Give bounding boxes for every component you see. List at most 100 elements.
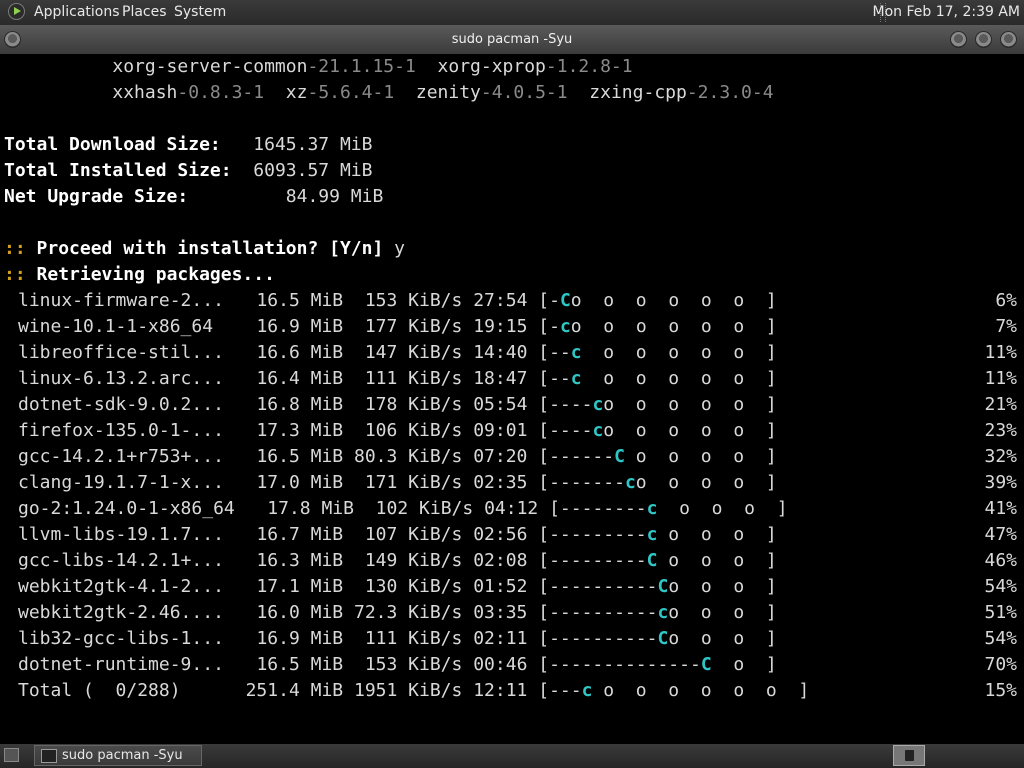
download-package-name: wine-10.1-1-x86_64	[18, 316, 214, 337]
download-eta: 07:20	[473, 446, 528, 467]
progress-bar: [--------c o o o ]	[549, 498, 787, 519]
progress-pellets: o o o ]	[657, 498, 788, 519]
download-percent: 47%	[984, 524, 1017, 545]
package-version: -5.6.4-1	[307, 82, 395, 103]
download-rate: 177 KiB/s	[364, 316, 463, 337]
download-percent: 46%	[984, 550, 1017, 571]
progress-pellets: o o o o o o ]	[592, 680, 810, 701]
download-row: firefox-135.0-1-... 17.3 MiB 106 KiB/s 0…	[18, 418, 1017, 444]
download-eta: 02:56	[473, 524, 528, 545]
size-value: 1645.37 MiB	[253, 134, 373, 155]
proceed-question: Proceed with installation? [Y/n]	[36, 238, 384, 259]
download-row: linux-firmware-2... 16.5 MiB 153 KiB/s 2…	[18, 288, 1017, 314]
download-eta: 01:52	[473, 576, 528, 597]
progress-bar: [--------------C o ]	[538, 654, 776, 675]
size-value: 6093.57 MiB	[253, 160, 373, 181]
progress-bar: [-co o o o o o ]	[538, 316, 776, 337]
window-title-bar[interactable]: sudo pacman -Syu	[0, 25, 1024, 54]
download-row: dotnet-sdk-9.0.2... 16.8 MiB 178 KiB/s 0…	[18, 392, 1017, 418]
download-package-name: llvm-libs-19.1.7...	[18, 524, 224, 545]
minimize-button[interactable]	[950, 31, 967, 48]
package-version: -4.0.5-1	[480, 82, 568, 103]
maximize-button[interactable]	[975, 31, 992, 48]
progress-trail: [----------	[538, 602, 658, 623]
package-version: -0.8.3-1	[177, 82, 265, 103]
package-list-line: xorg-server-common-21.1.15-1 xorg-xprop-…	[4, 54, 632, 80]
show-desktop-icon[interactable]	[4, 748, 19, 762]
download-rate: 102 KiB/s	[375, 498, 474, 519]
menu-places[interactable]: Places	[122, 4, 167, 20]
download-size: 16.7 MiB	[256, 524, 344, 545]
download-percent: 15%	[984, 680, 1017, 701]
download-rate: 149 KiB/s	[364, 550, 463, 571]
trash-icon[interactable]	[893, 745, 925, 766]
package-name: xorg-xprop	[437, 56, 546, 77]
package-name: zenity	[415, 82, 481, 103]
download-eta: 12:11	[473, 680, 528, 701]
download-rate: 111 KiB/s	[364, 628, 463, 649]
pacman-icon: c	[570, 342, 582, 363]
pacman-icon: C	[614, 446, 625, 467]
progress-trail: [-------	[538, 472, 625, 493]
size-value: 84.99 MiB	[285, 186, 384, 207]
download-eta: 02:11	[473, 628, 528, 649]
progress-pellets: o o o o o o ]	[570, 316, 777, 337]
close-button[interactable]	[1000, 31, 1017, 48]
pacman-icon: C	[646, 550, 658, 571]
download-rate: 178 KiB/s	[364, 394, 463, 415]
distro-logo-icon[interactable]	[8, 3, 25, 20]
progress-trail: [-	[538, 316, 560, 337]
pacman-icon: c	[570, 368, 582, 389]
package-version: -2.3.0-4	[686, 82, 774, 103]
download-percent: 7%	[995, 316, 1017, 337]
progress-bar: [---------c o o o ]	[538, 524, 776, 545]
download-row: clang-19.1.7-1-x... 17.0 MiB 171 KiB/s 0…	[18, 470, 1017, 496]
progress-trail: [---	[538, 680, 582, 701]
package-version: -21.1.15-1	[307, 56, 416, 77]
progress-pellets: o o o o ]	[635, 472, 777, 493]
taskbar-label: sudo pacman -Syu	[62, 748, 183, 763]
download-percent: 11%	[984, 342, 1017, 363]
download-percent: 21%	[984, 394, 1017, 415]
size-summary-line: Net Upgrade Size: 84.99 MiB	[4, 184, 383, 210]
prompt-prefix: ::	[4, 264, 26, 285]
download-rate: 153 KiB/s	[364, 290, 463, 311]
download-percent: 54%	[984, 628, 1017, 649]
download-row: webkit2gtk-4.1-2... 17.1 MiB 130 KiB/s 0…	[18, 574, 1017, 600]
progress-pellets: o o o o o ]	[581, 342, 777, 363]
progress-pellets: o o o ]	[657, 524, 777, 545]
progress-trail: [-	[538, 290, 560, 311]
pacman-icon: c	[592, 394, 604, 415]
menu-system[interactable]: System	[174, 4, 226, 20]
terminal-output[interactable]: xorg-server-common-21.1.15-1 xorg-xprop-…	[0, 54, 1024, 744]
download-percent: 51%	[984, 602, 1017, 623]
progress-pellets: o o o o o o ]	[570, 290, 777, 311]
proceed-prompt: :: Proceed with installation? [Y/n] y	[4, 236, 405, 262]
size-label: Total Installed Size:	[4, 160, 232, 181]
download-package-name: linux-firmware-2...	[18, 290, 224, 311]
taskbar-button-terminal[interactable]: sudo pacman -Syu	[34, 745, 202, 766]
clock[interactable]: Mon Feb 17, 2:39 AM	[873, 4, 1020, 20]
package-name: zxing-cpp	[589, 82, 687, 103]
download-size: 16.6 MiB	[256, 342, 344, 363]
download-percent: 6%	[995, 290, 1017, 311]
pacman-icon: c	[646, 498, 658, 519]
progress-bar: [-------co o o o ]	[538, 472, 776, 493]
menu-applications[interactable]: Applications	[34, 4, 120, 20]
proceed-answer: y	[394, 238, 405, 259]
pacman-icon: c	[581, 680, 593, 701]
progress-bar: [---c o o o o o o ]	[538, 680, 809, 701]
download-rate: 147 KiB/s	[364, 342, 463, 363]
progress-bar: [-Co o o o o o ]	[538, 290, 776, 311]
progress-pellets: o o o ]	[657, 550, 777, 571]
download-percent: 54%	[984, 576, 1017, 597]
download-row: wine-10.1-1-x86_64 16.9 MiB 177 KiB/s 19…	[18, 314, 1017, 340]
window-title: sudo pacman -Syu	[451, 32, 573, 47]
download-size: 16.8 MiB	[256, 394, 344, 415]
progress-trail: [------	[538, 446, 615, 467]
download-row: webkit2gtk-2.46.... 16.0 MiB 72.3 KiB/s …	[18, 600, 1017, 626]
download-rate: 107 KiB/s	[364, 524, 463, 545]
progress-bar: [----------Co o o ]	[538, 576, 776, 597]
window-menu-button[interactable]	[4, 31, 21, 48]
download-package-name: go-2:1.24.0-1-x86_64	[18, 498, 235, 519]
